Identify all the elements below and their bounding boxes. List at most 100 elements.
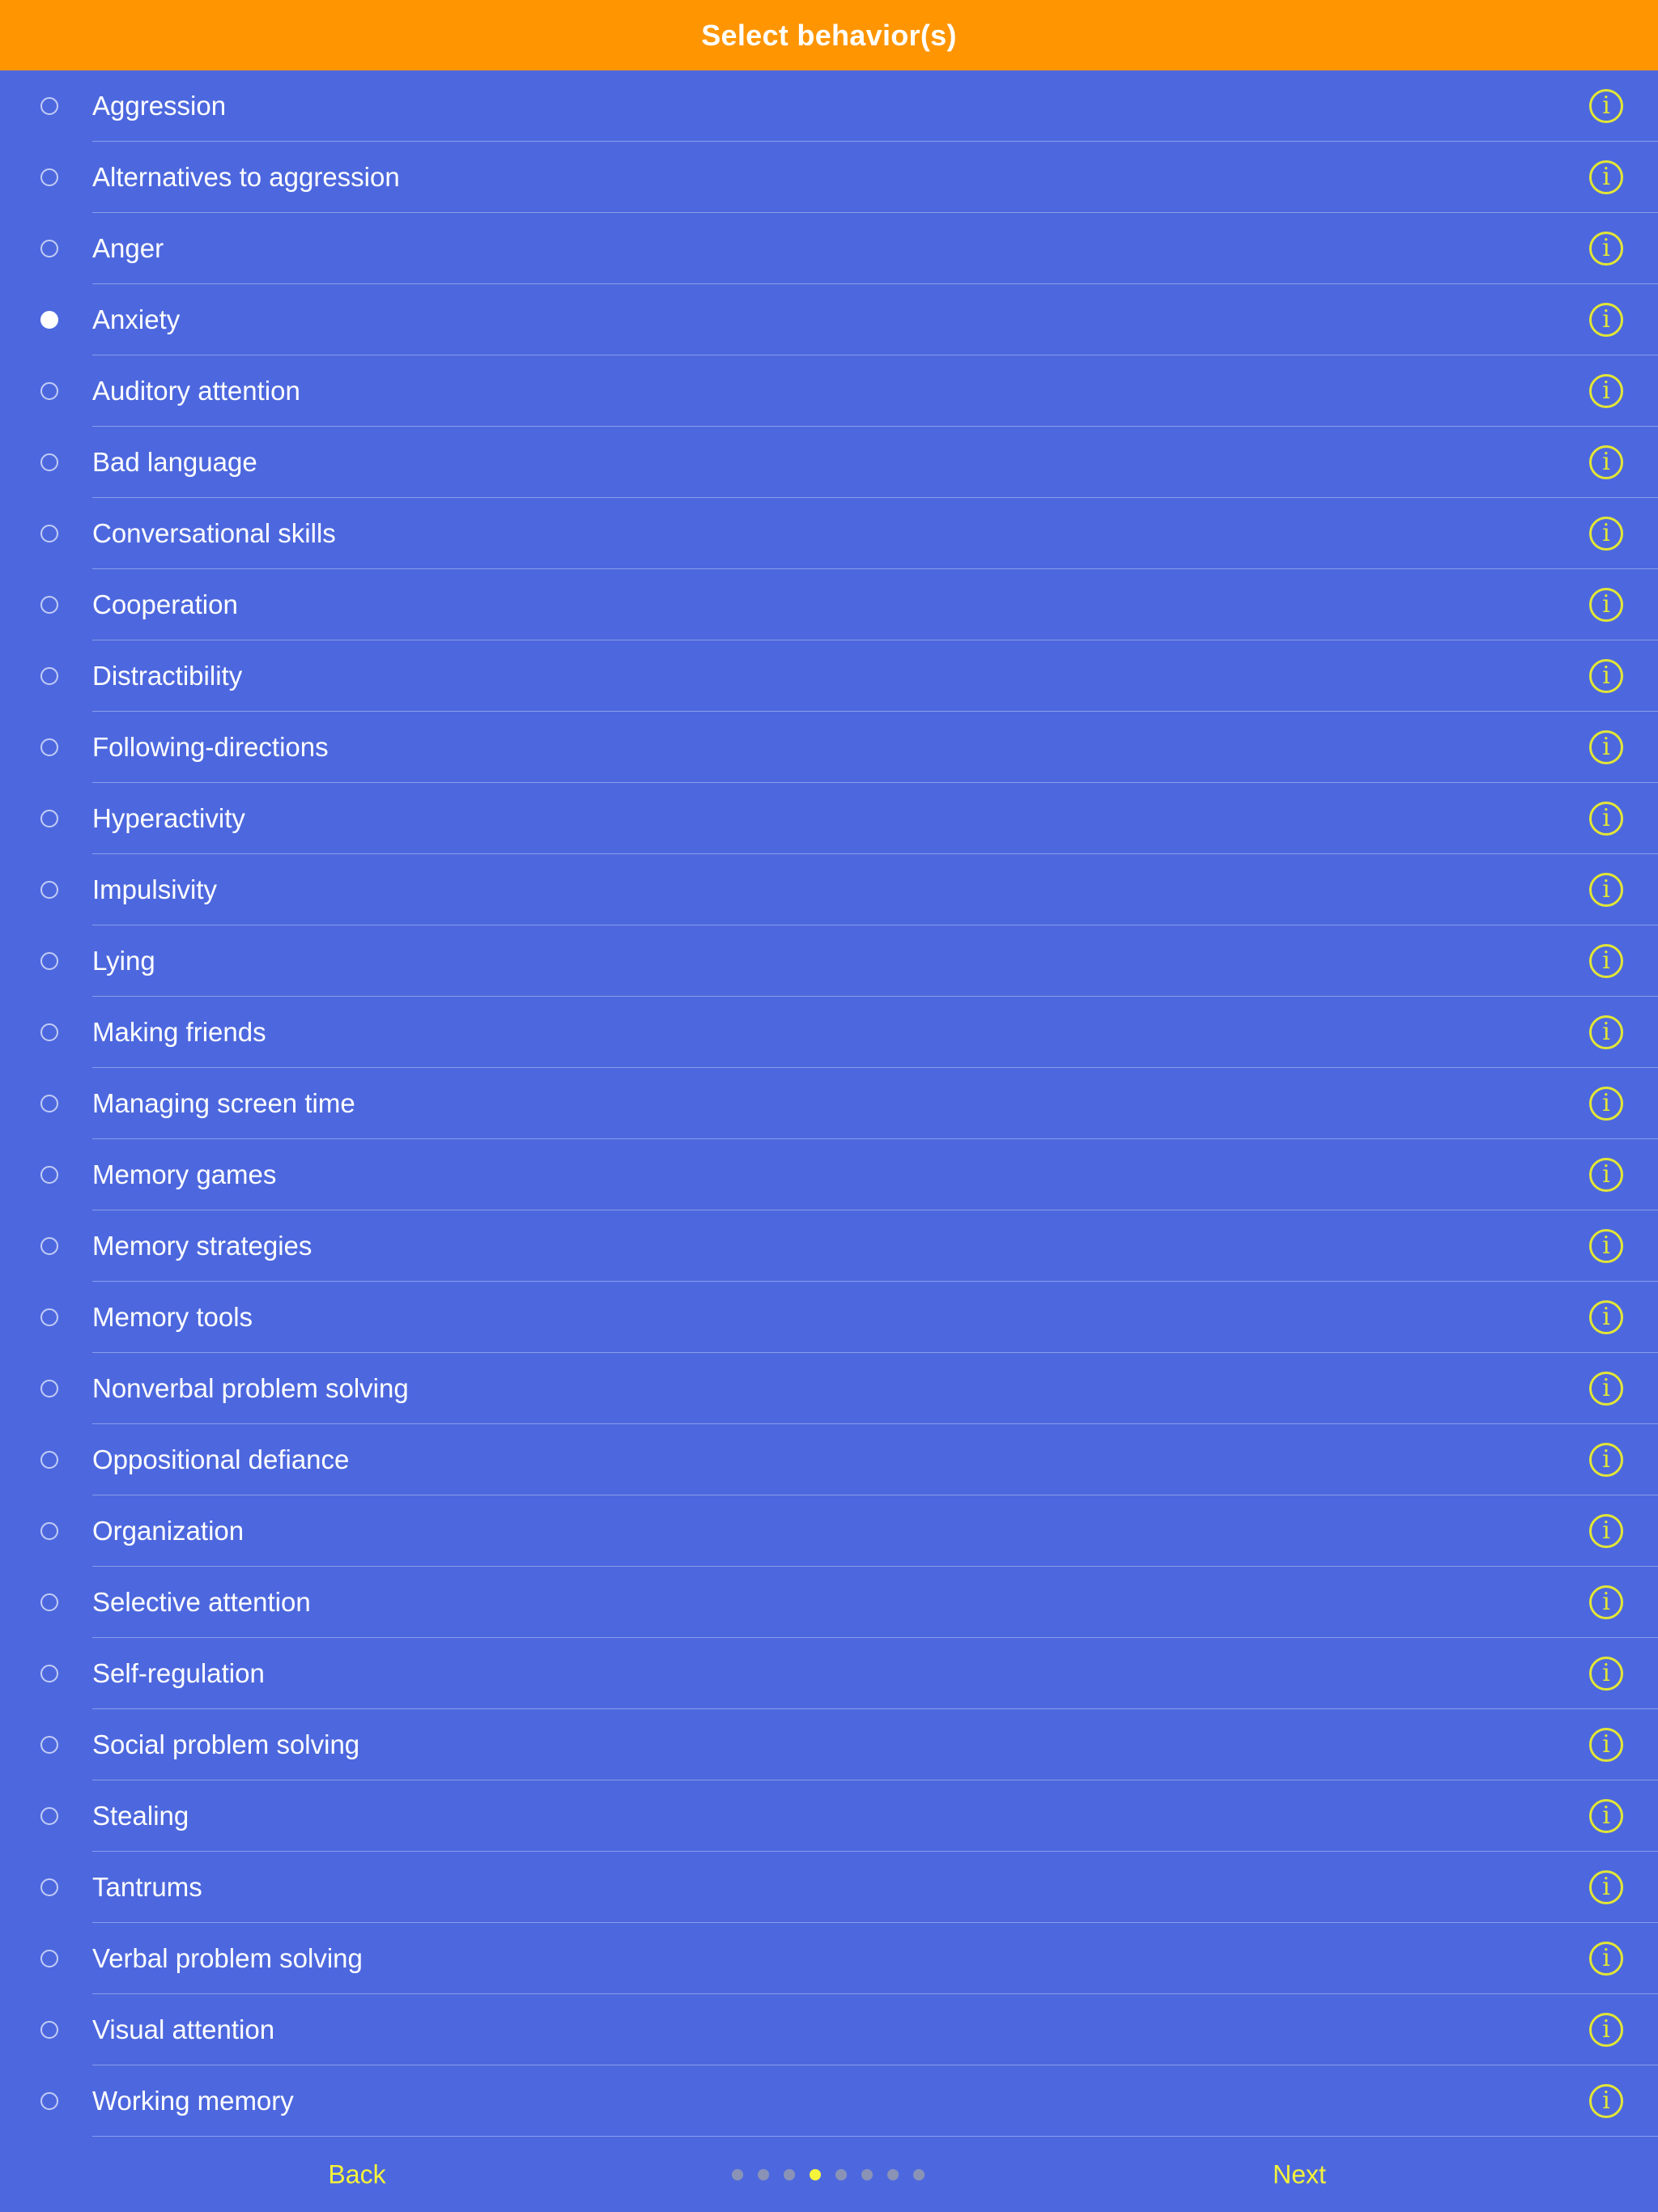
radio-unselected-icon[interactable] <box>40 240 58 257</box>
behavior-row[interactable]: Selective attention i <box>0 1567 1658 1638</box>
behavior-label: Visual attention <box>92 2014 275 2044</box>
radio-unselected-icon[interactable] <box>40 952 58 970</box>
info-circle-icon[interactable]: i <box>1589 160 1623 194</box>
behavior-row[interactable]: Aggression i <box>0 70 1658 142</box>
behavior-row[interactable]: Stealing i <box>0 1780 1658 1852</box>
info-circle-icon[interactable]: i <box>1589 1372 1623 1406</box>
radio-unselected-icon[interactable] <box>40 1736 58 1754</box>
radio-unselected-icon[interactable] <box>40 2092 58 2110</box>
radio-unselected-icon[interactable] <box>40 1593 58 1611</box>
info-circle-icon[interactable]: i <box>1589 232 1623 266</box>
behavior-label: Managing screen time <box>92 1088 355 1118</box>
info-circle-icon[interactable]: i <box>1589 1942 1623 1976</box>
radio-unselected-icon[interactable] <box>40 1878 58 1896</box>
behavior-row[interactable]: Cooperation i <box>0 569 1658 640</box>
radio-unselected-icon[interactable] <box>40 1308 58 1326</box>
behavior-row[interactable]: Alternatives to aggression i <box>0 142 1658 213</box>
behavior-row[interactable]: Organization i <box>0 1495 1658 1567</box>
behavior-row[interactable]: Lying i <box>0 925 1658 997</box>
info-circle-icon[interactable]: i <box>1589 1015 1623 1049</box>
info-circle-icon[interactable]: i <box>1589 659 1623 693</box>
behavior-row[interactable]: Distractibility i <box>0 640 1658 712</box>
behavior-label: Conversational skills <box>92 518 336 548</box>
behavior-row[interactable]: Oppositional defiance i <box>0 1424 1658 1495</box>
page-title: Select behavior(s) <box>701 18 957 52</box>
info-circle-icon[interactable]: i <box>1589 2084 1623 2118</box>
page-dot <box>784 2169 795 2180</box>
footer-bar: Back Next <box>0 2138 1658 2212</box>
behavior-row[interactable]: Impulsivity i <box>0 854 1658 925</box>
info-circle-icon[interactable]: i <box>1589 1443 1623 1477</box>
info-circle-icon[interactable]: i <box>1589 1229 1623 1263</box>
behavior-row[interactable]: Social problem solving i <box>0 1709 1658 1780</box>
info-circle-icon[interactable]: i <box>1589 1158 1623 1192</box>
info-circle-icon[interactable]: i <box>1589 1728 1623 1762</box>
behavior-row[interactable]: Working memory i <box>0 2065 1658 2137</box>
behavior-row[interactable]: Self-regulation i <box>0 1638 1658 1709</box>
radio-unselected-icon[interactable] <box>40 881 58 899</box>
behavior-row[interactable]: Nonverbal problem solving i <box>0 1353 1658 1424</box>
radio-unselected-icon[interactable] <box>40 1522 58 1540</box>
info-circle-icon[interactable]: i <box>1589 445 1623 479</box>
radio-unselected-icon[interactable] <box>40 1665 58 1682</box>
info-circle-icon[interactable]: i <box>1589 2013 1623 2047</box>
info-circle-icon[interactable]: i <box>1589 1300 1623 1334</box>
behavior-row[interactable]: Memory tools i <box>0 1282 1658 1353</box>
radio-selected-icon[interactable] <box>40 311 58 329</box>
behavior-row[interactable]: Anxiety i <box>0 284 1658 355</box>
behavior-row[interactable]: Auditory attention i <box>0 355 1658 427</box>
behavior-row[interactable]: Making friends i <box>0 997 1658 1068</box>
back-button[interactable]: Back <box>328 2160 385 2190</box>
radio-unselected-icon[interactable] <box>40 810 58 827</box>
radio-unselected-icon[interactable] <box>40 596 58 614</box>
info-circle-icon[interactable]: i <box>1589 89 1623 123</box>
behavior-row[interactable]: Anger i <box>0 213 1658 284</box>
behavior-row[interactable]: Memory strategies i <box>0 1210 1658 1282</box>
radio-unselected-icon[interactable] <box>40 667 58 685</box>
radio-unselected-icon[interactable] <box>40 97 58 115</box>
radio-unselected-icon[interactable] <box>40 1237 58 1255</box>
info-circle-icon[interactable]: i <box>1589 588 1623 622</box>
behavior-row[interactable]: Following-directions i <box>0 712 1658 783</box>
info-circle-icon[interactable]: i <box>1589 802 1623 836</box>
radio-unselected-icon[interactable] <box>40 1380 58 1397</box>
behavior-row[interactable]: Visual attention i <box>0 1994 1658 2065</box>
info-circle-icon[interactable]: i <box>1589 1514 1623 1548</box>
radio-unselected-icon[interactable] <box>40 738 58 756</box>
info-circle-icon[interactable]: i <box>1589 1657 1623 1691</box>
radio-unselected-icon[interactable] <box>40 1950 58 1967</box>
info-circle-icon[interactable]: i <box>1589 730 1623 764</box>
info-circle-icon[interactable]: i <box>1589 1870 1623 1904</box>
info-circle-icon[interactable]: i <box>1589 374 1623 408</box>
behavior-row[interactable]: Managing screen time i <box>0 1068 1658 1139</box>
behavior-label: Memory tools <box>92 1302 253 1332</box>
behavior-row[interactable]: Hyperactivity i <box>0 783 1658 854</box>
radio-unselected-icon[interactable] <box>40 1095 58 1112</box>
behavior-row[interactable]: Memory games i <box>0 1139 1658 1210</box>
behavior-label: Tantrums <box>92 1872 202 1902</box>
radio-unselected-icon[interactable] <box>40 453 58 471</box>
radio-unselected-icon[interactable] <box>40 168 58 186</box>
info-circle-icon[interactable]: i <box>1589 1585 1623 1619</box>
info-circle-icon[interactable]: i <box>1589 1087 1623 1121</box>
behavior-label: Distractibility <box>92 661 243 691</box>
radio-unselected-icon[interactable] <box>40 382 58 400</box>
radio-unselected-icon[interactable] <box>40 2021 58 2039</box>
radio-unselected-icon[interactable] <box>40 525 58 542</box>
page-dot <box>913 2169 925 2180</box>
info-circle-icon[interactable]: i <box>1589 1799 1623 1833</box>
radio-unselected-icon[interactable] <box>40 1451 58 1469</box>
radio-unselected-icon[interactable] <box>40 1023 58 1041</box>
next-button[interactable]: Next <box>1273 2160 1326 2190</box>
radio-unselected-icon[interactable] <box>40 1807 58 1825</box>
info-circle-icon[interactable]: i <box>1589 517 1623 551</box>
behavior-row[interactable]: Bad language i <box>0 427 1658 498</box>
info-circle-icon[interactable]: i <box>1589 873 1623 907</box>
info-circle-icon[interactable]: i <box>1589 303 1623 337</box>
behavior-row[interactable]: Verbal problem solving i <box>0 1923 1658 1994</box>
behavior-row[interactable]: Conversational skills i <box>0 498 1658 569</box>
info-circle-icon[interactable]: i <box>1589 944 1623 978</box>
behavior-label: Anger <box>92 233 164 263</box>
behavior-row[interactable]: Tantrums i <box>0 1852 1658 1923</box>
radio-unselected-icon[interactable] <box>40 1166 58 1184</box>
